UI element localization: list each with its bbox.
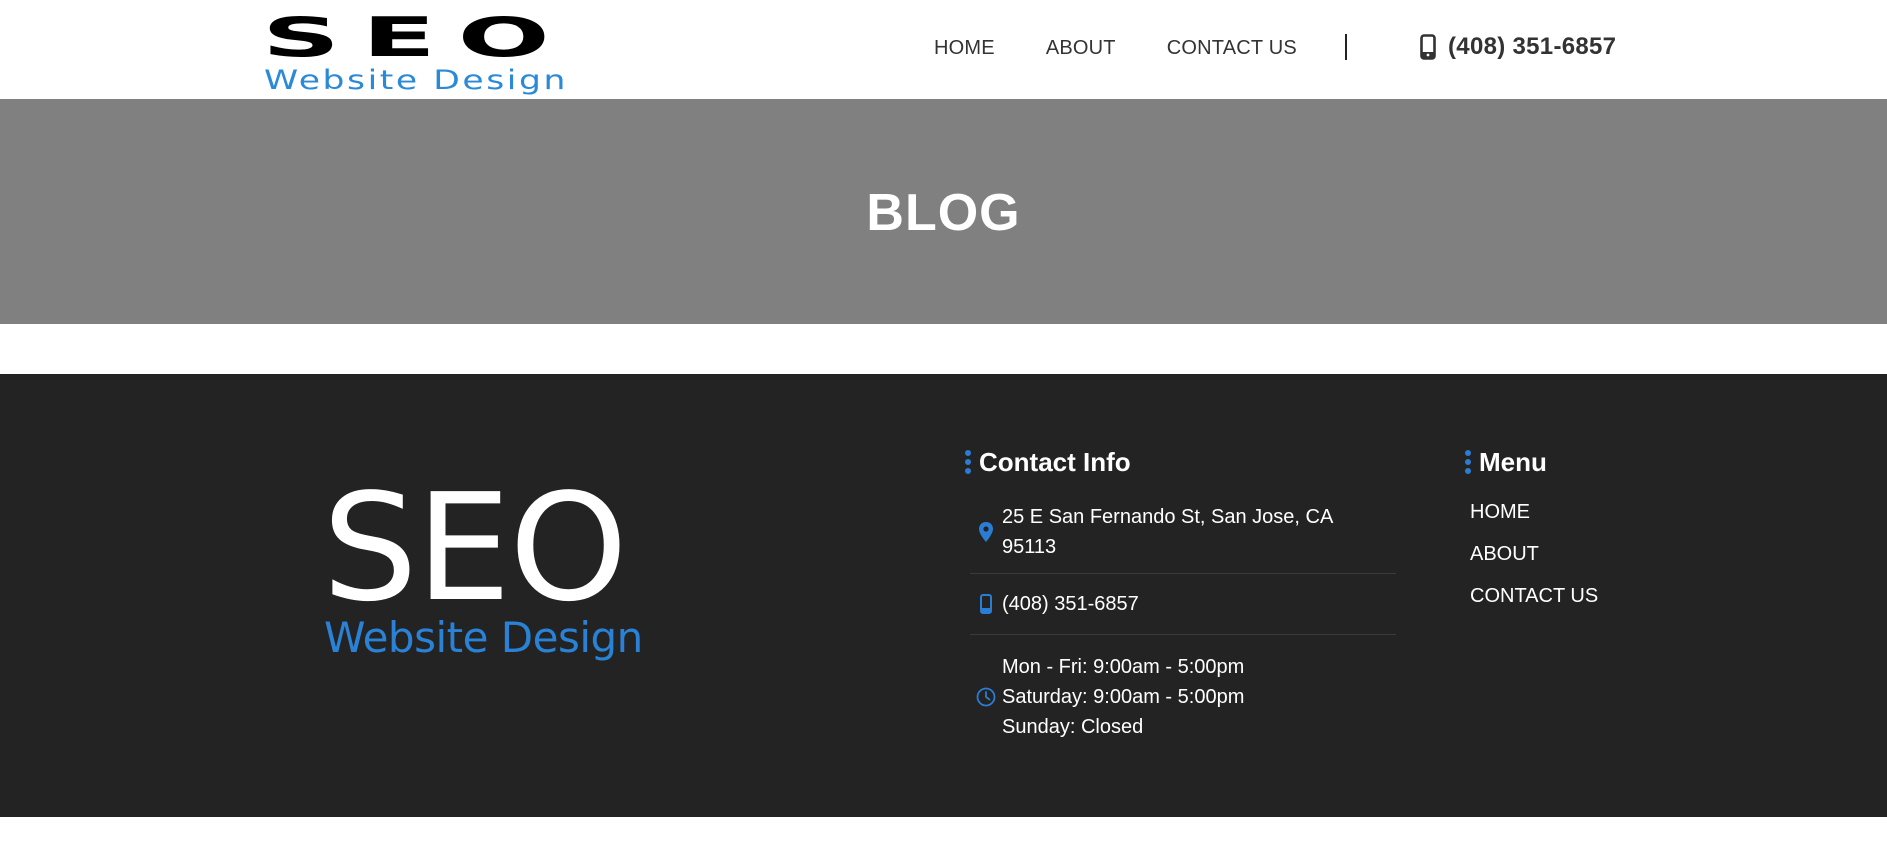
footer-logo-text-seo: SEO — [322, 462, 628, 634]
mobile-phone-icon — [1420, 34, 1436, 60]
address-line-1: 25 E San Fernando St, San Jose, CA — [1002, 505, 1334, 528]
site-header: SEO Website Design HOME ABOUT CONTACT US… — [0, 0, 1887, 99]
mobile-phone-icon — [970, 594, 1002, 614]
contact-phone-text[interactable]: (408) 351-6857 — [1002, 589, 1139, 619]
site-logo[interactable]: SEO Website Design — [262, 10, 660, 94]
page-banner: BLOG — [0, 99, 1887, 324]
contact-info-heading: Contact Info — [965, 446, 1131, 478]
map-pin-icon — [970, 521, 1002, 543]
contact-hours-text: Mon - Fri: 9:00am - 5:00pm Saturday: 9:0… — [1002, 652, 1244, 742]
address-line-2: 95113 — [1002, 535, 1057, 558]
contact-phone-row: (408) 351-6857 — [970, 574, 1396, 635]
header-phone-number: (408) 351-6857 — [1448, 33, 1617, 60]
footer-menu: HOME ABOUT CONTACT US — [1470, 500, 1598, 626]
clock-icon — [970, 687, 1002, 707]
nav-home-link[interactable]: HOME — [934, 36, 995, 60]
logo-text-website-design: Website Design — [264, 65, 568, 96]
page-title: BLOG — [866, 184, 1021, 242]
footer-menu-heading: Menu — [1465, 446, 1547, 478]
footer-logo-text-website-design: Website Design — [324, 613, 643, 662]
contact-info-list: 25 E San Fernando St, San Jose, CA 95113… — [970, 496, 1396, 745]
footer-menu-heading-text: Menu — [1479, 447, 1547, 477]
site-footer: SEO Website Design Contact Info 25 E San… — [0, 374, 1887, 817]
logo-text-seo: SEO — [262, 5, 572, 70]
hours-sunday: Sunday: Closed — [1002, 716, 1144, 738]
footer-menu-about-link[interactable]: ABOUT — [1470, 542, 1598, 566]
nav-divider — [1345, 34, 1347, 60]
header-phone-link[interactable]: (408) 351-6857 — [1420, 30, 1616, 64]
footer-menu-home-link[interactable]: HOME — [1470, 500, 1598, 524]
hours-saturday: Saturday: 9:00am - 5:00pm — [1002, 686, 1245, 708]
footer-logo: SEO Website Design — [322, 462, 652, 666]
contact-address-text: 25 E San Fernando St, San Jose, CA 95113 — [1002, 502, 1333, 562]
hours-weekday: Mon - Fri: 9:00am - 5:00pm — [1002, 656, 1245, 678]
vertical-dots-icon — [1465, 450, 1471, 474]
contact-address-row: 25 E San Fernando St, San Jose, CA 95113 — [970, 496, 1396, 574]
main-nav: HOME ABOUT CONTACT US — [934, 36, 1348, 60]
footer-menu-contact-us-link[interactable]: CONTACT US — [1470, 584, 1598, 608]
nav-about-link[interactable]: ABOUT — [1046, 36, 1116, 60]
contact-info-heading-text: Contact Info — [979, 447, 1131, 477]
contact-hours-row: Mon - Fri: 9:00am - 5:00pm Saturday: 9:0… — [970, 635, 1396, 745]
nav-contact-us-link[interactable]: CONTACT US — [1167, 36, 1297, 60]
vertical-dots-icon — [965, 450, 971, 474]
